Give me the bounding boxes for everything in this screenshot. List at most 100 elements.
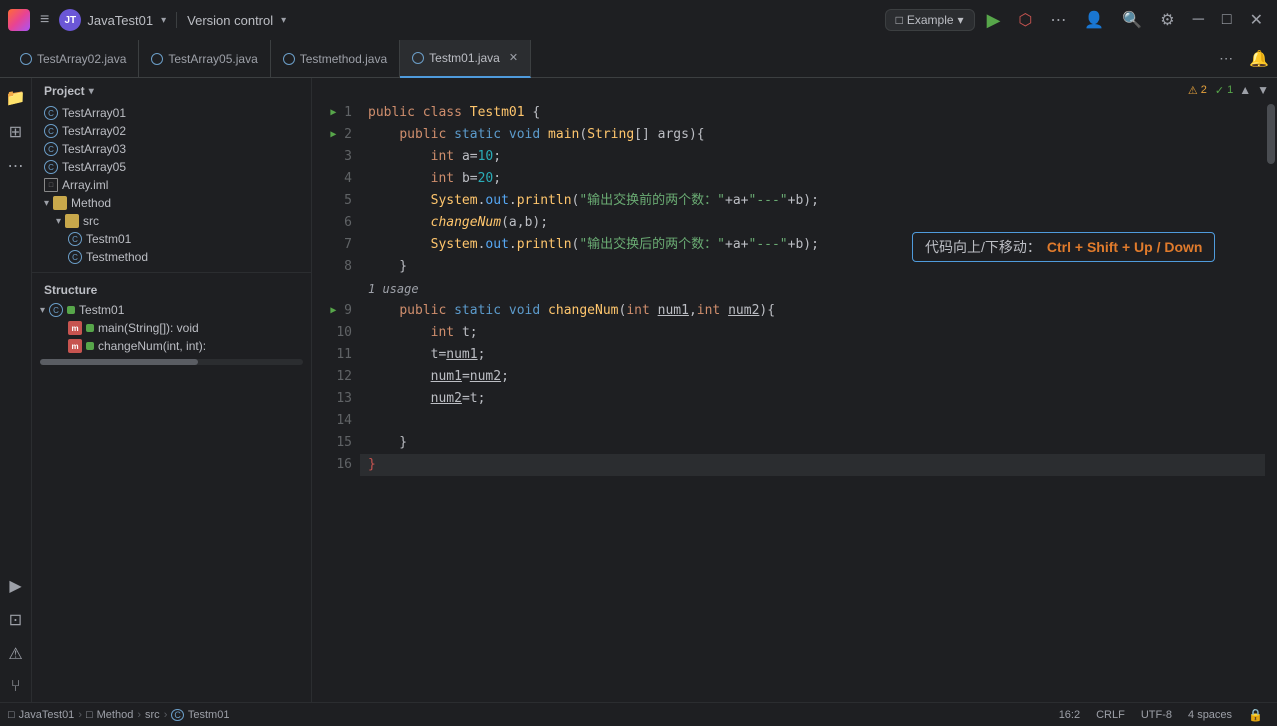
status-cursor[interactable]: 16:2 xyxy=(1053,709,1086,721)
run-btn-1[interactable]: ▶ xyxy=(330,102,336,124)
status-line-ending[interactable]: CRLF xyxy=(1090,709,1131,721)
check-icon: ✓ xyxy=(1215,84,1224,97)
tab-label-testarray05: TestArray05.java xyxy=(168,52,257,66)
sidebar: Project ▾ C TestArray01 C TestArray02 C … xyxy=(32,78,312,702)
project-avatar: JT xyxy=(59,9,81,31)
line-num-14: 14 xyxy=(312,410,352,432)
nav-up-button[interactable]: ▲ xyxy=(1239,83,1251,97)
struct-label-changenum: changeNum(int, int): xyxy=(98,339,206,353)
run-button[interactable]: ▶ xyxy=(981,6,1007,35)
hamburger-menu[interactable]: ≡ xyxy=(36,7,53,33)
code-line-11: t=num1; xyxy=(360,344,1265,366)
struct-item-main[interactable]: m main(String[]): void xyxy=(32,319,311,337)
editor-area: ⚠ 2 ✓ 1 ▲ ▼ ▶ 1 ▶ 2 3 4 5 6 xyxy=(312,78,1277,702)
struct-label-testm01: Testm01 xyxy=(79,303,124,317)
example-tab-label: Example xyxy=(907,13,954,27)
left-icon-git[interactable]: ⑂ xyxy=(2,672,30,702)
tree-item-testmethod[interactable]: C Testmethod xyxy=(32,248,311,266)
breadcrumb-folder-icon-2: □ xyxy=(86,709,93,721)
settings-button[interactable]: ⚙ xyxy=(1154,6,1180,34)
editor-scrollbar[interactable] xyxy=(1265,102,1277,702)
struct-item-changenum[interactable]: m changeNum(int, int): xyxy=(32,337,311,355)
code-line-10: int t; xyxy=(360,322,1265,344)
tree-label-testmethod: Testmethod xyxy=(86,250,148,264)
vcs-label[interactable]: Version control xyxy=(187,13,273,28)
structure-header-label: Structure xyxy=(44,283,97,297)
left-icon-run[interactable]: ▶ xyxy=(2,570,30,602)
line-num-13: 13 xyxy=(312,388,352,410)
tree-item-testarray01[interactable]: C TestArray01 xyxy=(32,104,311,122)
tree-item-testarray02[interactable]: C TestArray02 xyxy=(32,122,311,140)
main-area: 📁 ⊞ ⋯ ▶ ⊡ ⚠ ⑂ Project ▾ C TestArray01 C … xyxy=(0,78,1277,702)
project-name[interactable]: JavaTest01 xyxy=(87,13,153,28)
line-num-15: 15 xyxy=(312,432,352,454)
tab-more-button[interactable]: ⋯ xyxy=(1211,50,1241,67)
search-button[interactable]: 🔍 xyxy=(1116,6,1148,34)
tab-testarray02[interactable]: TestArray02.java xyxy=(8,40,139,78)
tree-item-array-iml[interactable]: □ Array.iml xyxy=(32,176,311,194)
left-icon-plugins[interactable]: ⊞ xyxy=(2,116,30,148)
tree-c-icon-testarray01: C xyxy=(44,106,58,120)
code-editor[interactable]: ▶ 1 ▶ 2 3 4 5 6 7 8 ▶ 9 10 11 12 13 xyxy=(312,102,1277,702)
tree-item-method-folder[interactable]: ▾ Method xyxy=(32,194,311,212)
tree-item-testarray03[interactable]: C TestArray03 xyxy=(32,140,311,158)
left-icon-more[interactable]: ⋯ xyxy=(2,150,30,182)
struct-m-badge-main: m xyxy=(68,321,82,335)
run-btn-2[interactable]: ▶ xyxy=(330,124,336,146)
struct-m-badge-changenum: m xyxy=(68,339,82,353)
tab-bar: TestArray02.java TestArray05.java Testme… xyxy=(0,40,1277,78)
example-tab[interactable]: □ Example ▾ xyxy=(885,9,975,31)
breadcrumb-method: Method xyxy=(97,709,134,721)
tree-item-src-folder[interactable]: ▾ src xyxy=(32,212,311,230)
tree-c-icon-testarray02: C xyxy=(44,124,58,138)
editor-warning-bar: ⚠ 2 ✓ 1 ▲ ▼ xyxy=(312,78,1277,102)
nav-down-button[interactable]: ▼ xyxy=(1257,83,1269,97)
example-chevron-icon: ▾ xyxy=(958,13,964,27)
project-header-label: Project xyxy=(44,84,85,98)
tree-c-icon-testm01: C xyxy=(68,232,82,246)
tab-close-testm01[interactable]: ✕ xyxy=(509,51,518,64)
struct-item-testm01-class[interactable]: ▾ C Testm01 xyxy=(32,301,311,319)
left-icon-problems[interactable]: ⚠ xyxy=(2,638,30,670)
close-button[interactable]: ✕ xyxy=(1244,6,1269,34)
vcs-chevron-icon: ▾ xyxy=(281,15,286,26)
status-indent[interactable]: 4 spaces xyxy=(1182,709,1238,721)
statusbar: □ JavaTest01 › □ Method › src › C Testm0… xyxy=(0,702,1277,726)
tree-item-testarray05[interactable]: C TestArray05 xyxy=(32,158,311,176)
tree-label-testm01: Testm01 xyxy=(86,232,131,246)
notification-bell[interactable]: 🔔 xyxy=(1241,49,1277,69)
breadcrumb-class: Testm01 xyxy=(188,709,230,721)
tab-testm01[interactable]: Testm01.java ✕ xyxy=(400,40,531,78)
maximize-button[interactable]: □ xyxy=(1216,7,1238,33)
status-encoding[interactable]: UTF-8 xyxy=(1135,709,1178,721)
tab-testarray05[interactable]: TestArray05.java xyxy=(139,40,270,78)
debug-button[interactable]: ⬡ xyxy=(1012,6,1038,34)
left-icon-project[interactable]: 📁 xyxy=(2,82,30,114)
struct-green-badge xyxy=(67,306,75,314)
warning-icon: ⚠ xyxy=(1188,84,1198,97)
profile-button[interactable]: 👤 xyxy=(1078,6,1110,34)
more-button[interactable]: ⋯ xyxy=(1044,6,1072,34)
usage-hint: 1 usage xyxy=(360,278,1265,300)
scrollbar-thumb xyxy=(1267,104,1275,164)
breadcrumb-sep-1: › xyxy=(78,709,82,721)
left-icon-terminal[interactable]: ⊡ xyxy=(2,604,30,636)
tab-testmethod[interactable]: Testmethod.java xyxy=(271,40,400,78)
tree-folder-src-chevron: ▾ xyxy=(56,216,61,227)
tree-item-testm01[interactable]: C Testm01 xyxy=(32,230,311,248)
structure-header: Structure xyxy=(32,279,311,301)
minimize-button[interactable]: ─ xyxy=(1187,7,1210,33)
check-count: 1 xyxy=(1227,84,1233,96)
breadcrumb-c-icon: C xyxy=(171,709,184,721)
tab-icon-testmethod xyxy=(283,53,295,65)
project-header[interactable]: Project ▾ xyxy=(32,78,311,104)
sidebar-scrollbar[interactable] xyxy=(40,359,303,365)
tooltip-key: Ctrl + Shift + Up / Down xyxy=(1047,239,1203,255)
run-btn-9[interactable]: ▶ xyxy=(330,300,336,322)
sidebar-divider xyxy=(32,272,311,273)
code-content[interactable]: public class Testm01 { public static voi… xyxy=(360,102,1265,702)
line-num-12: 12 xyxy=(312,366,352,388)
status-lock-icon[interactable]: 🔒 xyxy=(1242,708,1269,722)
tree-label-testarray01: TestArray01 xyxy=(62,106,126,120)
tab-icon-testarray02 xyxy=(20,53,32,65)
